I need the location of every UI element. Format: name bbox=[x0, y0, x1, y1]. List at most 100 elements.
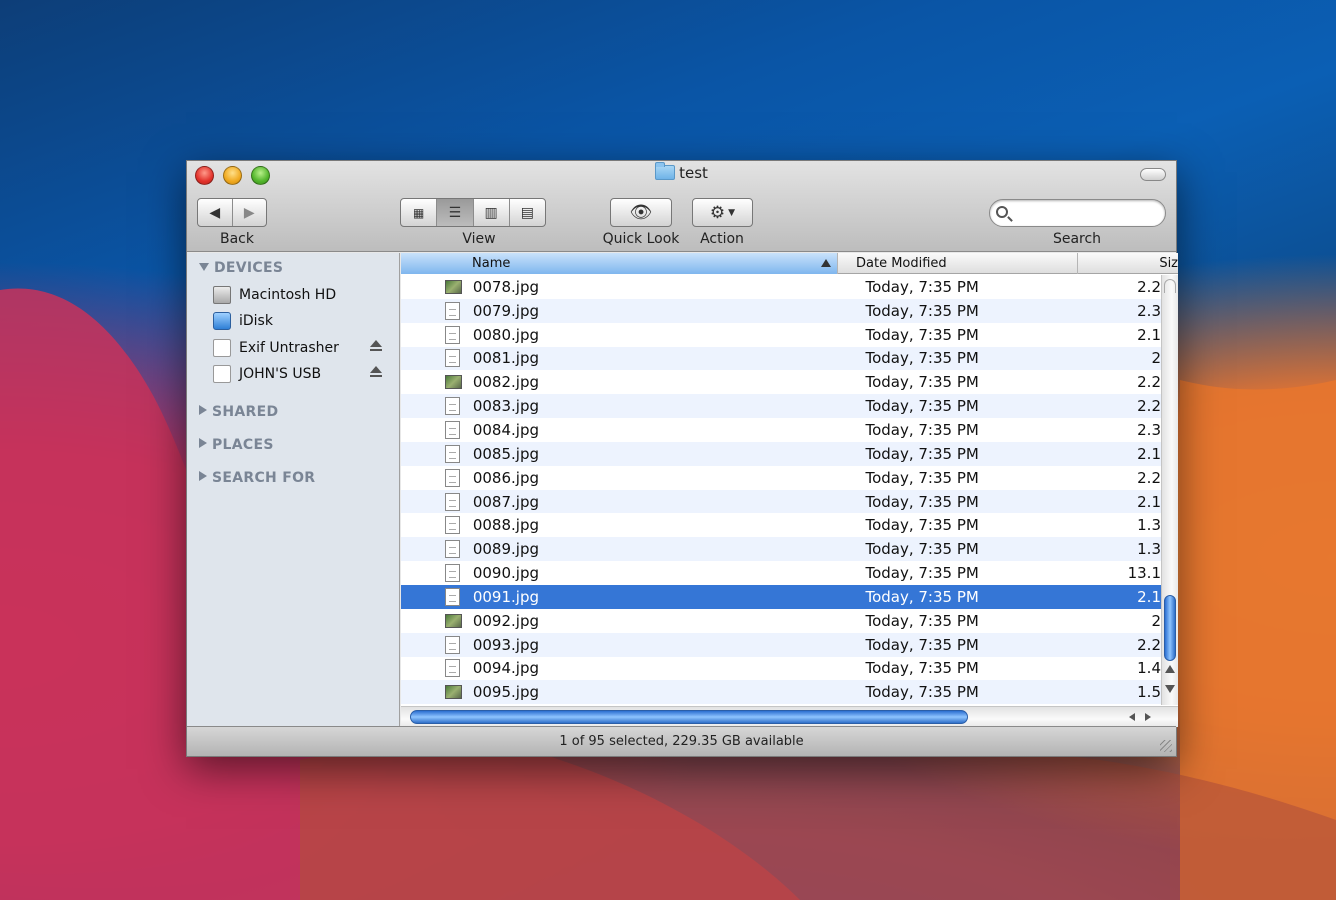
table-row[interactable]: 0095.jpg Today, 7:35 PM 1.5 bbox=[401, 680, 1161, 705]
file-name: 0083.jpg bbox=[472, 397, 539, 416]
table-row[interactable]: 0085.jpg Today, 7:35 PM 2.1 bbox=[401, 441, 1161, 466]
jpeg-file-icon bbox=[445, 468, 460, 487]
file-date-modified: Today, 7:35 PM bbox=[865, 444, 979, 463]
quicklook-button[interactable]: 👁 bbox=[610, 198, 672, 227]
view-control: ▦ ☰ ▥ ▤ bbox=[400, 198, 546, 227]
table-row[interactable]: 0089.jpg Today, 7:35 PM 1.3 bbox=[401, 537, 1161, 562]
file-date-modified: Today, 7:35 PM bbox=[865, 420, 979, 439]
file-date-modified: Today, 7:35 PM bbox=[865, 659, 979, 678]
vertical-scrollbar[interactable] bbox=[1161, 275, 1178, 705]
icon-view-button[interactable]: ▦ bbox=[401, 199, 438, 226]
jpeg-file-icon bbox=[445, 564, 460, 583]
scroll-left-arrow-icon[interactable] bbox=[1129, 713, 1135, 721]
column-header-date[interactable]: Date Modified bbox=[838, 253, 1078, 274]
column-header-name[interactable]: Name bbox=[401, 253, 838, 274]
scroll-right-arrow-icon[interactable] bbox=[1145, 713, 1151, 721]
sidebar-item-macintosh-hd[interactable]: Macintosh HD bbox=[213, 283, 393, 307]
gear-icon: ⚙ bbox=[709, 202, 726, 223]
jpeg-file-icon bbox=[445, 659, 460, 678]
vertical-scroll-thumb[interactable] bbox=[1164, 595, 1176, 661]
back-arrow-icon: ◀ bbox=[209, 204, 221, 221]
sidebar-header-label: SEARCH FOR bbox=[212, 470, 316, 486]
table-row[interactable]: 0093.jpg Today, 7:35 PM 2.2 bbox=[401, 632, 1161, 657]
action-button[interactable]: ⚙ ▼ bbox=[692, 198, 753, 227]
jpeg-file-icon bbox=[445, 349, 460, 368]
jpeg-file-icon bbox=[445, 516, 460, 535]
table-row[interactable]: 0079.jpg Today, 7:35 PM 2.3 bbox=[401, 298, 1161, 323]
jpeg-file-icon bbox=[445, 444, 460, 463]
file-size: 2.2 bbox=[1137, 277, 1161, 296]
sidebar-header-label: PLACES bbox=[212, 437, 274, 453]
view-label: View bbox=[462, 231, 496, 247]
sidebar-item-label: Exif Untrasher bbox=[239, 340, 339, 356]
file-date-modified: Today, 7:35 PM bbox=[865, 587, 979, 606]
column-header-size[interactable]: Siz bbox=[1078, 253, 1178, 274]
sidebar-header-search-for[interactable]: SEARCH FOR bbox=[199, 470, 315, 486]
file-list: Name Date Modified Siz 0078.jpg Today, 7:… bbox=[401, 253, 1178, 727]
icon-view-icon: ▦ bbox=[412, 205, 425, 220]
table-row[interactable]: 0082.jpg Today, 7:35 PM 2.2 bbox=[401, 370, 1161, 394]
table-row[interactable]: 0086.jpg Today, 7:35 PM 2.2 bbox=[401, 466, 1161, 490]
scrollbar-cap bbox=[1164, 279, 1176, 293]
file-date-modified: Today, 7:35 PM bbox=[865, 683, 979, 702]
action-button-content: ⚙ ▼ bbox=[693, 199, 752, 226]
column-header-label: Name bbox=[472, 256, 511, 271]
file-name: 0090.jpg bbox=[472, 564, 539, 583]
sidebar-item-idisk[interactable]: iDisk bbox=[213, 309, 393, 333]
file-size: 2.2 bbox=[1137, 397, 1161, 416]
sidebar-item-johns-usb[interactable]: JOHN'S USB bbox=[213, 362, 393, 386]
file-size: 2.3 bbox=[1137, 301, 1161, 320]
file-name: 0079.jpg bbox=[472, 301, 539, 320]
file-date-modified: Today, 7:35 PM bbox=[865, 540, 979, 559]
toolbar-toggle-button[interactable] bbox=[1140, 168, 1166, 181]
column-view-button[interactable]: ▥ bbox=[474, 199, 510, 226]
horizontal-scroll-thumb[interactable] bbox=[410, 710, 968, 724]
eject-icon[interactable] bbox=[369, 366, 383, 380]
list-view-button[interactable]: ☰ bbox=[437, 199, 474, 226]
file-size: 2.3 bbox=[1137, 420, 1161, 439]
back-button[interactable]: ◀ bbox=[198, 199, 233, 226]
eject-icon[interactable] bbox=[369, 340, 383, 354]
file-size: 2 bbox=[1151, 611, 1161, 630]
forward-button[interactable]: ▶ bbox=[233, 199, 267, 226]
file-size: 2.1 bbox=[1137, 492, 1161, 511]
table-row[interactable]: 0090.jpg Today, 7:35 PM 13.1 bbox=[401, 561, 1161, 585]
file-rows: 0078.jpg Today, 7:35 PM 2.2 0079.jpg Today, … bbox=[401, 275, 1161, 705]
table-row[interactable]: 0081.jpg Today, 7:35 PM 2 bbox=[401, 346, 1161, 371]
image-thumbnail-icon bbox=[445, 375, 462, 390]
table-row[interactable]: 0084.jpg Today, 7:35 PM 2.3 bbox=[401, 418, 1161, 442]
column-header-label: Date Modified bbox=[856, 256, 947, 271]
file-size: 2.1 bbox=[1137, 444, 1161, 463]
file-name: 0095.jpg bbox=[472, 683, 539, 702]
file-name: 0089.jpg bbox=[472, 540, 539, 559]
table-row[interactable]: 0094.jpg Today, 7:35 PM 1.4 bbox=[401, 657, 1161, 681]
toolbar: test ◀ ▶ Back ▦ ☰ ▥ ▤ View 👁 Quick Look … bbox=[187, 161, 1176, 252]
table-row[interactable]: 0080.jpg Today, 7:35 PM 2.1 bbox=[401, 323, 1161, 347]
table-row[interactable]: 0092.jpg Today, 7:35 PM 2 bbox=[401, 609, 1161, 633]
resize-grip-icon[interactable] bbox=[1160, 740, 1172, 752]
file-date-modified: Today, 7:35 PM bbox=[865, 373, 979, 392]
table-row[interactable]: 0083.jpg Today, 7:35 PM 2.2 bbox=[401, 394, 1161, 419]
scroll-up-arrow-icon[interactable] bbox=[1165, 665, 1175, 673]
search-input[interactable] bbox=[1018, 204, 1158, 222]
sidebar-header-places[interactable]: PLACES bbox=[199, 437, 274, 453]
column-view-icon: ▥ bbox=[484, 204, 498, 221]
sidebar-header-shared[interactable]: SHARED bbox=[199, 404, 278, 420]
horizontal-scrollbar[interactable] bbox=[401, 706, 1178, 727]
table-row[interactable]: 0078.jpg Today, 7:35 PM 2.2 bbox=[401, 275, 1161, 299]
table-row[interactable]: 0087.jpg Today, 7:35 PM 2.1 bbox=[401, 489, 1161, 514]
image-thumbnail-icon bbox=[445, 685, 462, 700]
table-row[interactable]: 0088.jpg Today, 7:35 PM 1.3 bbox=[401, 513, 1161, 537]
hard-drive-icon bbox=[213, 286, 231, 304]
file-size: 2 bbox=[1151, 349, 1161, 368]
table-row[interactable]: 0091.jpg Today, 7:35 PM 2.1 bbox=[401, 584, 1161, 609]
jpeg-file-icon bbox=[445, 301, 460, 320]
sidebar-item-exif-untrasher[interactable]: Exif Untrasher bbox=[213, 336, 393, 360]
jpeg-file-icon bbox=[445, 420, 460, 439]
file-size: 2.2 bbox=[1137, 373, 1161, 392]
sidebar-header-devices[interactable]: DEVICES bbox=[199, 260, 283, 276]
jpeg-file-icon bbox=[445, 540, 460, 559]
scroll-down-arrow-icon[interactable] bbox=[1165, 685, 1175, 693]
coverflow-view-button[interactable]: ▤ bbox=[510, 199, 545, 226]
column-header: Name Date Modified Siz bbox=[401, 253, 1178, 274]
